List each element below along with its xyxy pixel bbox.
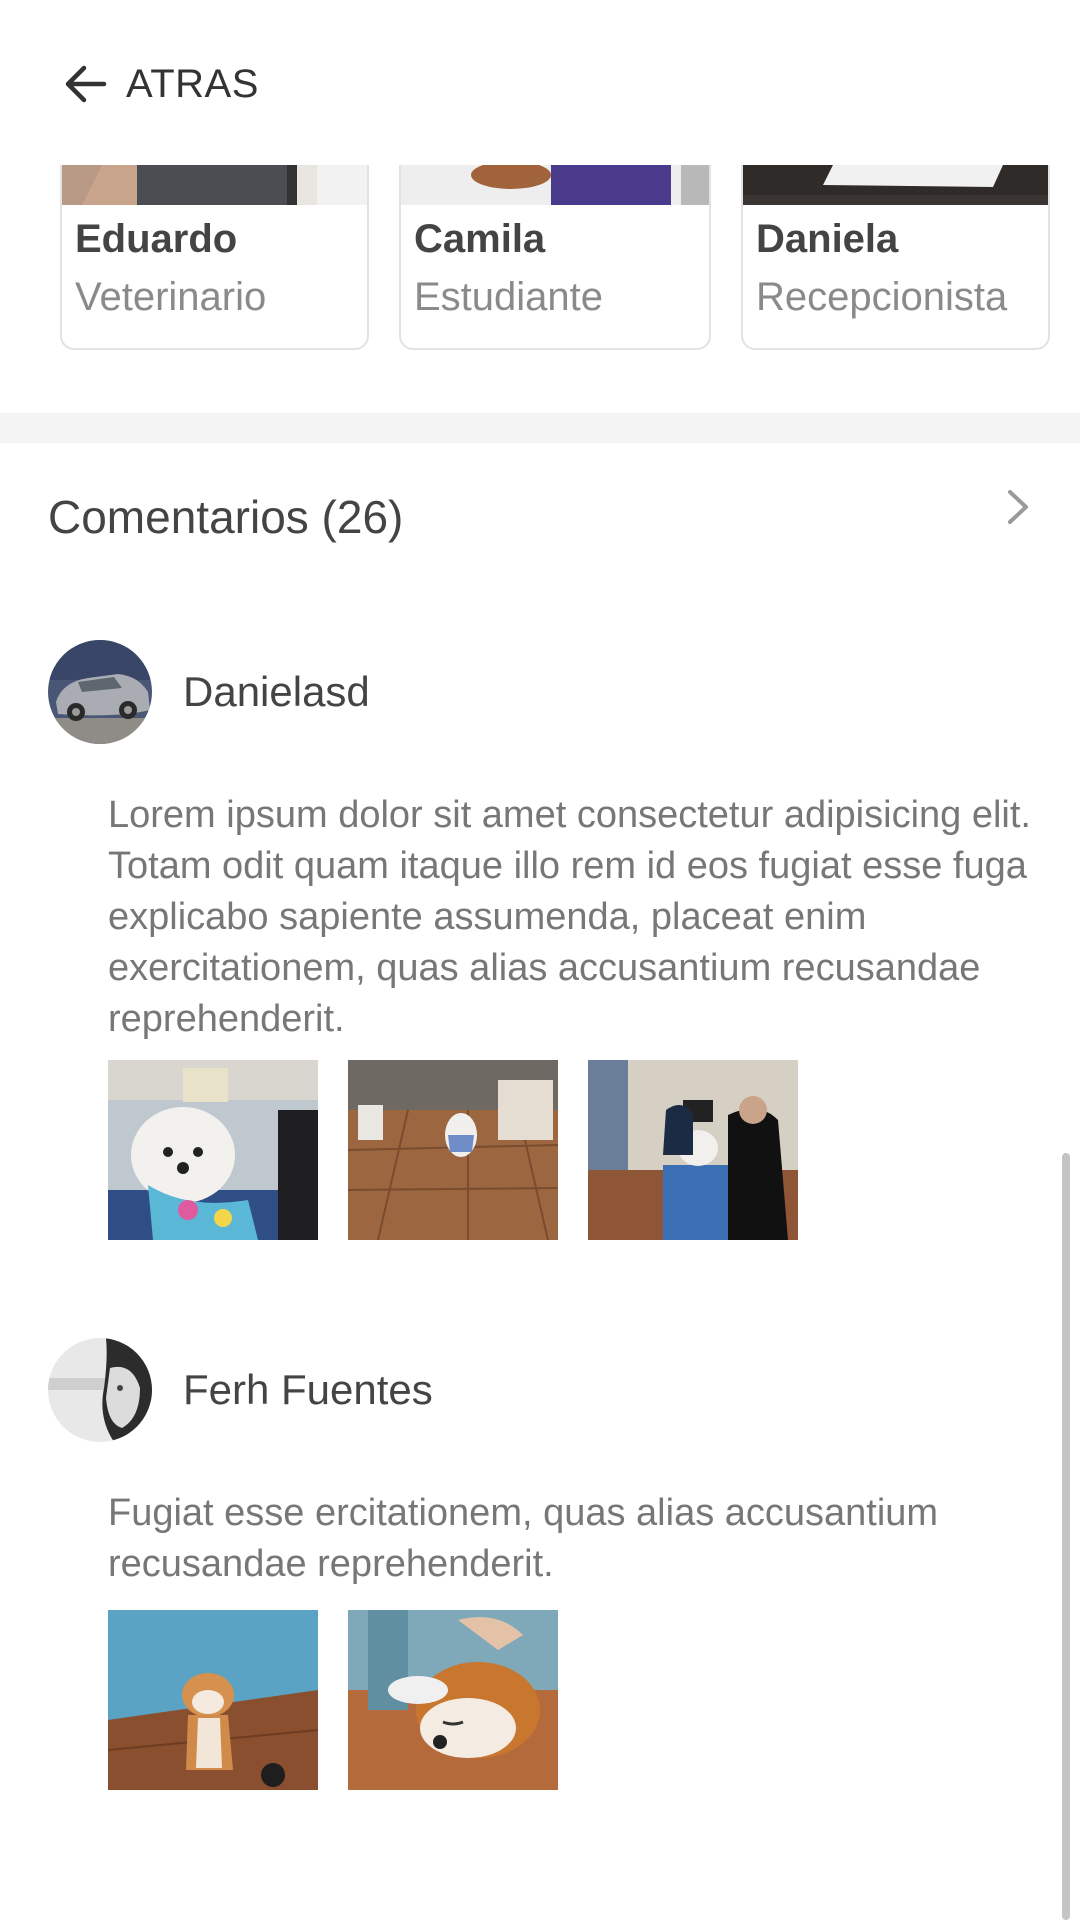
comment-item: Ferh Fuentes Fugiat esse ercitationem, q… <box>0 1338 1060 1898</box>
staff-name: Daniela <box>756 217 899 261</box>
comment-photos <box>108 1610 558 1790</box>
app-header: ATRAS <box>0 0 1080 165</box>
comment-author: Ferh Fuentes <box>183 1366 433 1413</box>
comment-photo[interactable] <box>348 1610 558 1790</box>
back-button[interactable]: ATRAS <box>60 58 259 110</box>
comment-text: Fugiat esse ercitationem, quas alias acc… <box>108 1492 939 1585</box>
staff-role: Veterinario <box>75 275 267 319</box>
staff-name: Eduardo <box>75 217 238 261</box>
chevron-right-icon[interactable] <box>1000 484 1036 530</box>
staff-carousel[interactable]: Eduardo Veterinario Camila Estudiante Da… <box>0 165 1080 355</box>
staff-card[interactable]: Eduardo Veterinario <box>60 165 369 350</box>
section-divider <box>0 413 1080 443</box>
back-label: ATRAS <box>126 61 259 106</box>
comment-photo[interactable] <box>588 1060 798 1240</box>
comments-title: Comentarios (26) <box>48 491 404 543</box>
comment-photo[interactable] <box>108 1060 318 1240</box>
comment-item: Danielasd Lorem ipsum dolor sit amet con… <box>0 640 1060 1240</box>
comment-author: Danielasd <box>183 668 370 715</box>
comment-photos <box>108 1060 798 1240</box>
comment-photo[interactable] <box>108 1610 318 1790</box>
staff-role: Estudiante <box>414 275 604 319</box>
staff-card[interactable]: Camila Estudiante <box>399 165 711 350</box>
arrow-left-icon <box>65 65 107 103</box>
avatar[interactable] <box>48 640 152 744</box>
staff-name: Camila <box>414 217 546 261</box>
comment-photo[interactable] <box>348 1060 558 1240</box>
staff-photo <box>401 165 709 205</box>
comment-text: Lorem ipsum dolor sit amet consectetur a… <box>108 794 1031 1040</box>
scrollbar[interactable] <box>1062 1153 1070 1920</box>
staff-card[interactable]: Daniela Recepcionista <box>741 165 1050 350</box>
staff-photo <box>62 165 367 205</box>
staff-photo <box>743 165 1048 205</box>
staff-role: Recepcionista <box>756 275 1008 319</box>
avatar[interactable] <box>48 1338 152 1442</box>
